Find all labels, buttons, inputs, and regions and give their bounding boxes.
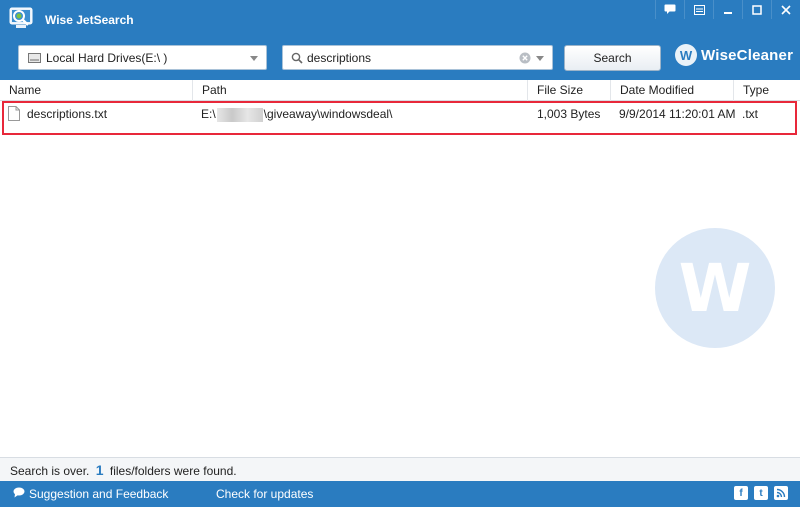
- feedback-icon: [13, 487, 25, 501]
- close-icon: [781, 4, 791, 15]
- column-type[interactable]: Type: [734, 80, 800, 101]
- chevron-down-icon[interactable]: [250, 56, 258, 61]
- status-prefix: Search is over.: [10, 464, 90, 478]
- column-path[interactable]: Path: [193, 80, 528, 101]
- search-field[interactable]: [282, 45, 553, 70]
- drive-select[interactable]: Local Hard Drives(E:\ ): [18, 45, 267, 70]
- feedback-label: Suggestion and Feedback: [29, 487, 169, 501]
- results-list: descriptions.txt E:\ \giveaway\windowsdea…: [0, 101, 800, 457]
- redacted-path-segment: [216, 107, 263, 122]
- wisecleaner-brand[interactable]: W WiseCleaner: [675, 44, 793, 66]
- column-file-size[interactable]: File Size: [528, 80, 611, 101]
- minimize-button[interactable]: [713, 0, 742, 19]
- result-modified: 9/9/2014 11:20:01 AM: [619, 107, 736, 121]
- path-prefix: E:\: [201, 107, 216, 121]
- rss-icon[interactable]: [774, 486, 788, 500]
- search-icon: [291, 52, 303, 67]
- path-suffix: \giveaway\windowsdeal\: [263, 107, 393, 121]
- status-count: 1: [95, 462, 104, 478]
- footer: Suggestion and Feedback Check for update…: [0, 481, 800, 507]
- result-type: .txt: [742, 107, 759, 121]
- search-input[interactable]: [307, 49, 512, 67]
- drive-icon: [28, 52, 41, 67]
- file-icon: [8, 106, 20, 124]
- skin-button[interactable]: [684, 0, 713, 19]
- result-size: 1,003 Bytes: [537, 107, 601, 121]
- minimize-icon: [723, 5, 733, 15]
- maximize-button[interactable]: [742, 0, 771, 19]
- app-window: Wise JetSearch Local Hard Drives(E:\) d…: [0, 0, 800, 507]
- status-bar: Search is over. 1 files/folders were fou…: [0, 457, 800, 481]
- brand-text: WiseCleaner: [701, 46, 794, 64]
- check-updates-link[interactable]: Check for updates: [216, 487, 313, 501]
- result-name: descriptions.txt: [27, 107, 108, 121]
- search-button[interactable]: Search: [564, 45, 661, 71]
- column-headers: Name Path File Size Date Modified Type: [0, 80, 800, 101]
- watermark: W: [655, 228, 775, 348]
- watermark-letter: W: [678, 249, 752, 327]
- clear-icon[interactable]: [519, 52, 531, 67]
- skin-icon: [693, 4, 705, 15]
- app-logo-icon: [9, 7, 35, 31]
- drive-label: Local Hard Drives(E:\ ): [46, 51, 168, 65]
- column-date-modified[interactable]: Date Modified: [611, 80, 734, 101]
- table-row[interactable]: descriptions.txt E:\ \giveaway\windowsdea…: [0, 104, 800, 124]
- column-name[interactable]: Name: [0, 80, 193, 101]
- search-history-dropdown[interactable]: [536, 56, 544, 61]
- status-suffix: files/folders were found.: [109, 464, 237, 478]
- window-controls: [655, 0, 800, 20]
- maximize-icon: [752, 4, 762, 15]
- result-path: E:\ \giveaway\windowsdeal\: [201, 104, 392, 124]
- close-button[interactable]: [771, 0, 800, 19]
- wisecleaner-logo-icon: W: [675, 44, 697, 66]
- status-text: Search is over. 1 files/folders were fou…: [10, 462, 237, 478]
- header: Wise JetSearch Local Hard Drives(E:\) d…: [0, 0, 800, 80]
- speech-bubble-icon: [664, 4, 676, 15]
- suggestion-feedback-link[interactable]: Suggestion and Feedback: [13, 487, 168, 501]
- app-title: Wise JetSearch: [45, 13, 134, 27]
- twitter-icon[interactable]: t: [754, 486, 768, 500]
- facebook-icon[interactable]: f: [734, 486, 748, 500]
- feedback-button[interactable]: [655, 0, 684, 19]
- social-links: f t: [734, 486, 788, 500]
